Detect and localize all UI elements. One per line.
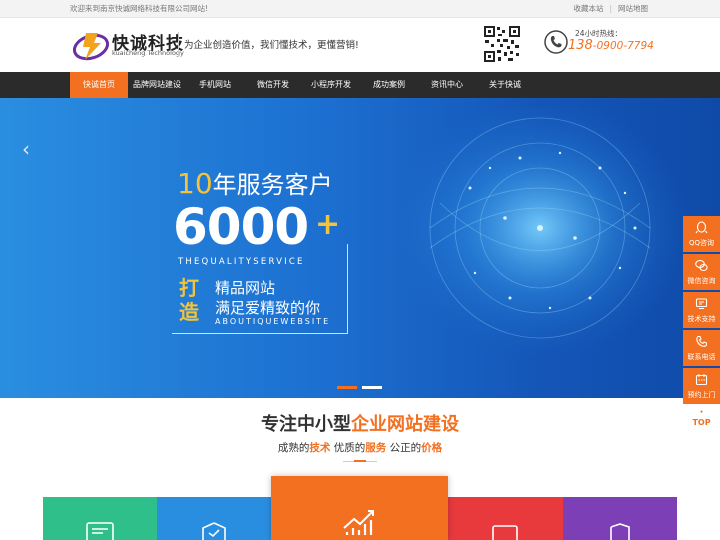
subtitle-part: 优质的 — [330, 442, 366, 454]
service-card-security[interactable] — [157, 497, 271, 540]
nav-item-brand-website[interactable]: 品牌网站建设 — [128, 72, 186, 98]
top-bar: 欢迎来到南京快诚网络科技有限公司网站! 收藏本站 | 网站地图 — [0, 0, 720, 18]
side-qq-button[interactable]: QQ咨询 — [683, 216, 720, 252]
slide-indicator[interactable] — [362, 386, 382, 389]
hotline-prefix: 138 — [568, 38, 593, 53]
side-support-label: 技术支持 — [687, 315, 716, 323]
side-phone-label: 联系电话 — [687, 353, 716, 361]
banner-english-line2: ABOUTIQUEWEBSITE — [215, 317, 331, 326]
nav-item-wechat-dev[interactable]: 微信开发 — [244, 72, 302, 98]
logo-english-name: kuaicheng Technology — [112, 49, 184, 57]
banner-prev-arrow-icon[interactable]: ‹ — [22, 137, 30, 161]
monitor-icon — [86, 522, 114, 540]
side-support-button[interactable]: 技术支持 — [683, 292, 720, 328]
side-wechat-button[interactable]: 微信咨询 — [683, 254, 720, 290]
growth-chart-icon — [343, 510, 374, 535]
banner-english-line1: THEQUALITYSERVICE — [178, 257, 305, 267]
section-title-highlight: 企业网站建设 — [351, 414, 459, 435]
hero-banner[interactable] — [0, 98, 720, 398]
screen-icon — [492, 525, 518, 540]
banner-line-satisfy: 满足爱精致的你 — [215, 299, 321, 317]
support-icon — [695, 298, 708, 310]
tech-glow-graphic — [400, 108, 690, 358]
service-card-website[interactable] — [43, 497, 157, 540]
side-appointment-button[interactable]: 预约上门 — [683, 368, 720, 404]
subtitle-highlight: 技术 — [309, 442, 331, 454]
logo-divider — [178, 32, 179, 56]
section-title-text: 专注中小型 — [261, 414, 351, 435]
nav-item-home[interactable]: 快诚首页 — [70, 72, 128, 98]
banner-years-number: 10 — [177, 167, 213, 200]
side-toolbar: QQ咨询 微信咨询 技术支持 联系电话 预约上门 — [683, 216, 720, 406]
qq-icon — [695, 221, 708, 234]
top-link-separator: | — [609, 4, 612, 13]
shield-icon — [202, 522, 226, 540]
nav-item-news[interactable]: 资讯中心 — [418, 72, 476, 98]
subtitle-part: 成熟的 — [277, 442, 310, 454]
welcome-text: 欢迎来到南京快诚网络科技有限公司网站! — [70, 4, 209, 13]
hotline-rest: -0900-7794 — [592, 40, 654, 52]
wechat-icon — [695, 259, 708, 272]
logo-icon[interactable] — [72, 27, 110, 63]
service-card-growth[interactable] — [271, 476, 448, 540]
slogan: 为企业创造价值，我们懂技术，更懂营销! — [184, 40, 359, 51]
side-phone-button[interactable]: 联系电话 — [683, 330, 720, 366]
calendar-icon — [695, 374, 708, 386]
side-wechat-label: 微信咨询 — [687, 277, 716, 285]
banner-years-line: 10年服务客户 — [177, 165, 333, 200]
qr-code-icon — [483, 25, 521, 63]
service-card-badge[interactable] — [563, 497, 677, 540]
subtitle-part: 公正的 — [386, 442, 422, 454]
phone-call-icon — [696, 335, 708, 347]
banner-vertical-text: 打造 — [179, 276, 199, 324]
side-appointment-label: 预约上门 — [687, 391, 716, 399]
subtitle-highlight: 服务 — [365, 442, 387, 454]
bookmark-link[interactable]: 收藏本站 — [573, 3, 603, 14]
hotline-number[interactable]: 138-0900-7794 — [568, 38, 654, 53]
nav-item-about[interactable]: 关于快诚 — [476, 72, 534, 98]
slide-indicator-active[interactable] — [337, 386, 357, 389]
phone-icon — [544, 30, 568, 54]
top-links: 收藏本站 | 网站地图 — [573, 3, 648, 14]
subtitle-highlight: 价格 — [421, 442, 443, 454]
badge-icon — [610, 523, 630, 540]
nav-item-cases[interactable]: 成功案例 — [360, 72, 418, 98]
banner-years-text: 年服务客户 — [212, 171, 333, 199]
section-divider — [343, 460, 377, 462]
banner-plus-sign: + — [315, 207, 341, 242]
service-card-display[interactable] — [448, 497, 563, 540]
banner-line-boutique: 精品网站 — [215, 279, 276, 297]
sitemap-link[interactable]: 网站地图 — [618, 3, 648, 14]
banner-vertical-text-chars: 打造 — [179, 276, 199, 324]
main-nav: 快诚首页 品牌网站建设 手机网站 微信开发 小程序开发 成功案例 资讯中心 关于… — [0, 72, 720, 98]
nav-item-mini-program[interactable]: 小程序开发 — [302, 72, 360, 98]
side-qq-label: QQ咨询 — [688, 239, 715, 247]
section-subtitle: 成熟的技术 优质的服务 公正的价格 — [0, 440, 720, 455]
section-title: 专注中小型企业网站建设 — [0, 410, 720, 436]
nav-item-mobile-website[interactable]: 手机网站 — [186, 72, 244, 98]
